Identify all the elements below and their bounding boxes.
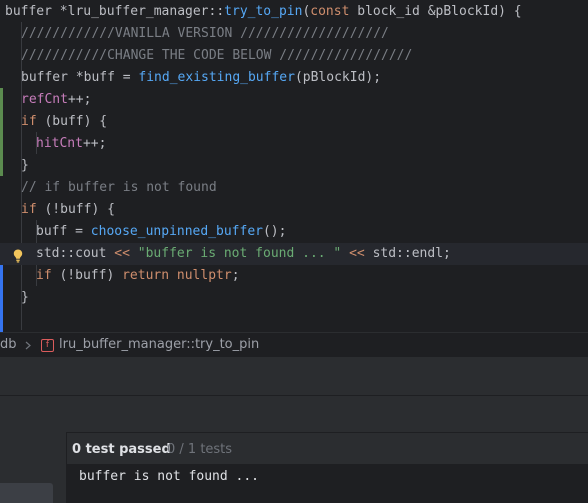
token-keyword: if [21, 202, 37, 217]
code-line-current[interactable]: std::cout << "buffer is not found ... " … [0, 243, 588, 265]
code-line[interactable]: // if buffer is not found [0, 177, 588, 199]
token-function: choose_unpinned_buffer [90, 224, 263, 239]
code-line[interactable]: hitCnt++; [0, 133, 588, 155]
test-count: 0 / 1 tests [167, 442, 233, 457]
token-keyword: if [36, 268, 52, 283]
code-line[interactable]: if (!buff) { [0, 199, 588, 221]
test-results-header: 0 test passed 0 / 1 tests [67, 432, 588, 465]
tool-window-toolbar [0, 357, 588, 396]
token-operator: << [341, 246, 373, 261]
token-namespace: std::endl; [372, 246, 451, 261]
token-text: buffer *buff = [21, 70, 139, 85]
token-string: "buffer is not found ... " [137, 246, 342, 261]
token-text: buff = [36, 224, 91, 239]
code-line[interactable]: if (!buff) return nullptr; [0, 265, 588, 287]
token-operator: << [114, 246, 138, 261]
token-op: ++; [67, 92, 92, 107]
token-keyword: const [310, 4, 350, 19]
token-text: (!buff) { [36, 202, 115, 217]
code-comment: ///////////CHANGE THE CODE BELOW ///////… [21, 48, 413, 63]
token-text: ; [231, 268, 240, 283]
token-keyword: if [21, 114, 37, 129]
console-output[interactable]: buffer is not found ... [67, 464, 588, 503]
token-brace: } [21, 158, 29, 173]
token-keyword: nullptr [169, 268, 232, 283]
token-function: find_existing_buffer [138, 70, 295, 85]
code-line[interactable]: } [0, 155, 588, 177]
chevron-right-icon [25, 341, 31, 350]
token-class: lru_buffer_manager [67, 4, 209, 19]
token-op: ++; [82, 136, 107, 151]
token-op: :: [208, 4, 225, 19]
token-text: (); [262, 224, 287, 239]
function-icon: f [41, 339, 54, 352]
breadcrumb-project[interactable]: db [0, 333, 17, 357]
code-line[interactable]: buffer *lru_buffer_manager::try_to_pin(c… [0, 1, 588, 23]
test-status: 0 test passed [72, 442, 171, 457]
code-line[interactable]: buffer *buff = find_existing_buffer(pBlo… [0, 67, 588, 89]
token-namespace: std::cout [36, 246, 115, 261]
code-line[interactable]: ///////////CHANGE THE CODE BELOW ///////… [0, 45, 588, 67]
token-param: &pBlockId) { [427, 4, 522, 19]
token-text: (!buff) [51, 268, 123, 283]
token-field: hitCnt [36, 136, 83, 151]
token-op: * [51, 4, 68, 19]
code-editor[interactable]: buffer *lru_buffer_manager::try_to_pin(c… [0, 0, 588, 332]
token-type: buffer [5, 4, 52, 19]
code-line[interactable]: } [0, 287, 588, 309]
token-text: (buff) { [36, 114, 108, 129]
breadcrumb-function[interactable]: lru_buffer_manager::try_to_pin [59, 333, 259, 357]
token-text: (pBlockId); [294, 70, 382, 85]
token-field: refCnt [21, 92, 68, 107]
token-function: try_to_pin [224, 4, 303, 19]
code-line[interactable]: if (buff) { [0, 111, 588, 133]
code-comment: ////////////VANILLA VERSION ////////////… [21, 26, 389, 41]
token-brace: } [21, 290, 29, 305]
code-comment: // if buffer is not found [21, 180, 217, 195]
code-line[interactable]: buff = choose_unpinned_buffer(); [0, 221, 588, 243]
token-type: block_id [349, 4, 428, 19]
test-tree-item[interactable] [0, 483, 53, 503]
token-keyword: return [122, 268, 170, 283]
console-line: buffer is not found ... [79, 469, 260, 484]
code-line[interactable]: refCnt++; [0, 89, 588, 111]
code-line[interactable]: ////////////VANILLA VERSION ////////////… [0, 23, 588, 45]
lightbulb-icon[interactable] [13, 249, 23, 263]
breadcrumb: db f lru_buffer_manager::try_to_pin [0, 332, 588, 357]
